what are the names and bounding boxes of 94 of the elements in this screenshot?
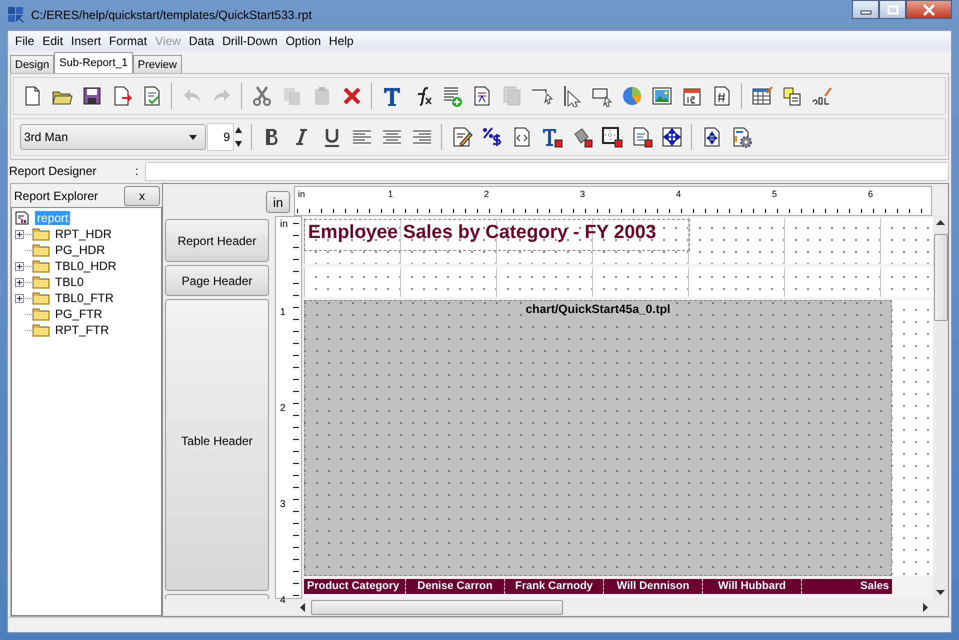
- folder-icon: [32, 243, 50, 257]
- font-dropdown[interactable]: 3rd Man: [20, 124, 206, 150]
- app-logo-icon: [7, 6, 25, 24]
- maximize-icon: [886, 4, 898, 14]
- tree-item[interactable]: TBL0_HDR: [53, 259, 118, 273]
- minimize-button[interactable]: [852, 0, 879, 19]
- document-color-icon: [630, 126, 652, 148]
- section-button[interactable]: Page Header: [165, 265, 269, 296]
- report-designer-field[interactable]: [145, 162, 949, 180]
- expand-icon[interactable]: [15, 230, 24, 238]
- ruler-label: 4: [676, 189, 682, 199]
- chart-template-path: chart/QuickStart45a_0.tpl: [526, 302, 670, 316]
- up-arrow-icon: [234, 125, 243, 135]
- sql-pencil-icon: [810, 85, 832, 107]
- column-header: Product Category: [304, 579, 406, 594]
- colon-separator: :: [135, 164, 140, 178]
- menu-item[interactable]: Data: [184, 34, 218, 48]
- folder-icon: [32, 323, 50, 337]
- ruler-label: 4: [280, 595, 286, 606]
- ruler-label: 6: [868, 189, 874, 199]
- folder-icon: [32, 227, 50, 241]
- delete-icon: [340, 85, 362, 107]
- scroll-thumb[interactable]: [934, 234, 948, 321]
- tree-item[interactable]: RPT_HDR: [53, 227, 114, 241]
- field-label: Report Designer: [9, 164, 98, 178]
- window-title: C:/ERES/help/quickstart/templates/QuickStart533.rpt: [31, 8, 312, 22]
- tab[interactable]: Sub-Report_1: [54, 52, 133, 73]
- menu-item[interactable]: Edit: [38, 34, 68, 48]
- close-button[interactable]: [906, 0, 952, 19]
- tree-item[interactable]: PG_HDR: [53, 243, 108, 257]
- menu-item[interactable]: Help: [324, 34, 358, 48]
- menu-item[interactable]: Drill-Down: [218, 34, 282, 48]
- text-color-icon: [540, 126, 562, 148]
- title-text-box[interactable]: Employee Sales by Category - FY 2003: [304, 219, 690, 251]
- column-header: Will Hubbard: [703, 579, 802, 594]
- tab[interactable]: Design: [10, 55, 54, 73]
- document-pencil-icon: [450, 126, 472, 148]
- unit-button[interactable]: in: [266, 191, 290, 213]
- ruler-label: in: [280, 219, 288, 230]
- report-icon: [15, 211, 29, 225]
- scroll-left-icon: [300, 603, 306, 612]
- four-way-arrow-icon: [660, 126, 682, 148]
- database-documents-icon: [780, 85, 802, 107]
- percent-dollar-icon: [480, 126, 502, 148]
- pie-chart-icon: [620, 85, 642, 107]
- ruler-label: 2: [484, 189, 490, 199]
- menu-item[interactable]: Format: [105, 34, 152, 48]
- tab[interactable]: Preview: [132, 55, 182, 73]
- column-header: Sales: [859, 579, 890, 594]
- tree-item[interactable]: RPT_FTR: [53, 323, 111, 337]
- tree-item[interactable]: TBL0: [53, 275, 86, 289]
- folder-icon: [32, 307, 50, 321]
- menu-item[interactable]: Insert: [67, 34, 106, 48]
- report-title: Employee Sales by Category - FY 2003: [308, 222, 656, 243]
- tree-item[interactable]: TBL0_FTR: [53, 291, 116, 305]
- menu-item[interactable]: Option: [282, 34, 325, 48]
- picture-icon: [650, 85, 672, 107]
- column-header: Will Dennison: [604, 579, 703, 594]
- ruler-label: 1: [388, 189, 394, 199]
- table-icon: [750, 85, 772, 107]
- stacked-pages-icon: [500, 85, 522, 107]
- scroll-thumb[interactable]: [311, 600, 563, 615]
- ruler-label: 3: [280, 499, 286, 510]
- down-arrow-icon: [234, 139, 243, 149]
- expand-icon[interactable]: [15, 262, 24, 270]
- ruler-label: in: [298, 189, 306, 199]
- scissors-icon: [250, 85, 272, 107]
- panel-title: Report Explorer: [14, 188, 98, 202]
- toolbar-button[interactable]: [600, 124, 623, 150]
- close-icon: [922, 4, 936, 16]
- close-panel-button[interactable]: x: [124, 186, 160, 206]
- vertical-scrollbar[interactable]: [933, 216, 948, 599]
- chart-placeholder[interactable]: chart/QuickStart45a_0.tpl: [304, 300, 892, 576]
- tree-item[interactable]: PG_FTR: [53, 307, 104, 321]
- ruler-label: 3: [580, 189, 586, 199]
- scroll-right-icon: [922, 603, 928, 612]
- scroll-down-icon: [936, 589, 945, 595]
- expand-icon[interactable]: [15, 278, 24, 286]
- ruler-label: 5: [772, 189, 778, 199]
- ruler-label: 2: [280, 403, 286, 414]
- expand-icon[interactable]: [15, 294, 24, 302]
- scroll-up-icon: [936, 220, 945, 226]
- menu-item[interactable]: File: [11, 34, 38, 48]
- maximize-button[interactable]: [879, 0, 906, 19]
- folder-icon: [32, 275, 50, 289]
- ruler-label: 1: [280, 307, 286, 318]
- column-header: Denise Carron: [406, 579, 505, 594]
- section-button[interactable]: Table Header: [165, 299, 269, 591]
- folder-icon: [32, 291, 50, 305]
- folder-icon: [32, 259, 50, 273]
- caret-icon: [189, 134, 197, 140]
- section-button[interactable]: Report Header: [165, 219, 269, 262]
- column-header: Frank Carnody: [505, 579, 604, 594]
- document-gear-icon: [730, 126, 752, 148]
